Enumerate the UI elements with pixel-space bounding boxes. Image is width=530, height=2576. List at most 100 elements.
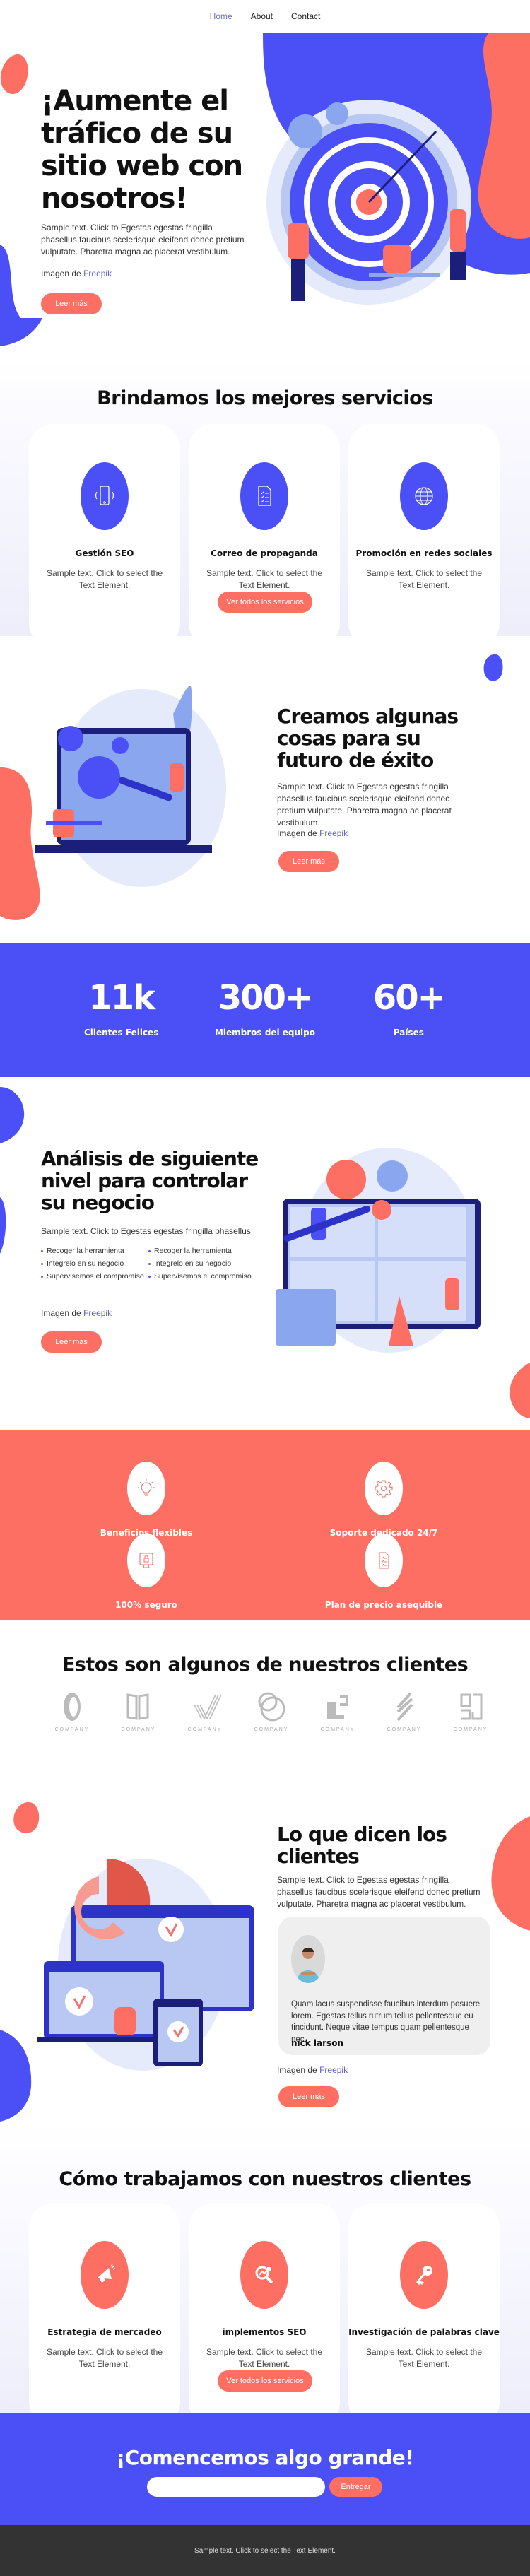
oval-logo-icon [64,1693,81,1721]
how-card: implementos SEO Sample text. Click to se… [189,2203,340,2426]
smartphone-icon [81,462,129,530]
analysis-section: Análisis de siguiente nivel para control… [0,1077,530,1430]
future-illustration [35,686,226,887]
how-card-text: Sample text. Click to select the Text El… [46,2347,163,2369]
service-card-text: Sample text. Click to select the Text El… [365,568,483,590]
key-icon [400,2241,448,2309]
bullet-dot-icon [148,1249,151,1252]
benefit-item: Beneficios flexibles [76,1462,217,1538]
bullet-text: Supervisemos el compromiso [154,1272,252,1281]
stat-value: 60+ [372,978,446,1018]
lightbulb-icon [127,1462,165,1515]
bullet-text: Integrelo en su negocio [154,1259,232,1268]
logo-name: COMPANY [121,1727,156,1732]
book-logo-icon [126,1693,149,1720]
footer-text: Sample text. Click to select the Text El… [194,2546,336,2555]
bullet-dot-icon [41,1249,43,1252]
future-read-more-button[interactable]: Leer más [278,851,339,872]
testimonial-author: nick larson [291,2038,343,2048]
stat-label: Miembros del equipo [214,1028,315,1037]
hero-read-more-button[interactable]: Leer más [41,293,102,314]
how-card-text: Sample text. Click to select the Text El… [206,2347,323,2369]
bullet-item: Recoger la herramienta [148,1247,256,1255]
stat-label: Clientes Felices [83,1028,159,1037]
bullet-text: Integrelo en su negocio [47,1259,124,1268]
cta-section: ¡Comencemos algo grande! Entregar [0,2413,530,2525]
freepik-link[interactable]: Freepik [83,269,112,278]
hero-section: ¡Aumente el tráfico de su sitio web con … [0,33,530,351]
view-all-services-button[interactable]: Ver todos los servicios [218,592,312,613]
bullet-item: Supervisemos el compromiso [148,1272,256,1281]
service-card-title: Promoción en redes sociales [355,548,493,558]
decor-blob-coral [13,1801,40,1834]
stat-item: 11k Clientes Felices [65,943,178,1077]
analysis-image-credit: Imagen de Freepik [41,1308,112,1318]
service-card-text: Sample text. Click to select the Text El… [46,568,163,590]
bullet-text: Recoger la herramienta [47,1247,124,1255]
circles-logo-icon [258,1692,285,1722]
email-input[interactable] [147,2477,325,2497]
bullet-text: Supervisemos el compromiso [47,1272,144,1281]
how-cards: Estrategia de mercadeo Sample text. Clic… [29,2203,500,2426]
how-card: Estrategia de mercadeo Sample text. Clic… [29,2203,180,2426]
freepik-link[interactable]: Freepik [319,2065,348,2075]
analysis-read-more-button[interactable]: Leer más [41,1331,102,1353]
stat-value: 11k [88,978,155,1018]
bullet-item: Integrelo en su negocio [148,1259,256,1268]
credit-prefix: Imagen de [277,2065,317,2075]
benefit-item: Plan de precio asequible [313,1534,454,1610]
page: Home About Contact ¡Aumente el tráfico d… [0,0,530,2576]
testimonials-text: Sample text. Click to Egestas egestas fr… [277,1875,481,1909]
stats-section: 11k Clientes Felices 300+ Miembros del e… [0,943,530,1077]
seo-search-icon [240,2241,288,2309]
stat-value: 300+ [218,978,313,1018]
clients-title: Estos son algunos de nuestros clientes [61,1654,469,1676]
benefit-item: 100% seguro [76,1534,217,1610]
nav-home[interactable]: Home [210,11,232,21]
bullet-dot-icon [148,1262,151,1265]
testimonials-read-more-button[interactable]: Leer más [278,2086,339,2107]
service-card-title: Correo de propaganda [211,548,318,558]
credit-prefix: Imagen de [41,269,81,278]
view-all-services-button[interactable]: Ver todos los servicios [218,2370,312,2392]
service-card: Gestión SEO Sample text. Click to select… [29,424,180,647]
globe-icon [400,462,448,530]
freepik-link[interactable]: Freepik [83,1308,112,1318]
glyph-logo-icon [460,1693,483,1720]
testimonials-illustration [37,1859,254,2071]
avatar [291,1935,325,1983]
check-stripes-logo-icon [194,1694,222,1719]
testimonials-title: Lo que dicen los clientes [277,1823,447,1868]
benefit-item: Soporte dedicado 24/7 [313,1462,454,1538]
client-logo: COMPANY [437,1690,504,1747]
freepik-link[interactable]: Freepik [319,828,348,838]
client-logos: COMPANY COMPANY COMPANY COMPANY COMPANY … [39,1690,504,1747]
analysis-illustration [276,1148,481,1353]
nav-about[interactable]: About [251,11,273,21]
stat-label: Países [393,1028,424,1037]
hero-text: Sample text. Click to Egestas egestas fr… [41,223,245,257]
future-text: Sample text. Click to Egestas egestas fr… [277,782,452,828]
how-card-text: Sample text. Click to select the Text El… [365,2347,483,2369]
benefit-label: Plan de precio asequible [324,1600,443,1610]
submit-button[interactable]: Entregar [329,2477,382,2497]
how-card-title: Investigación de palabras clave [348,2327,500,2337]
slashes-logo-icon [396,1692,413,1722]
stat-item: 60+ Países [352,943,465,1077]
services-title: Brindamos los mejores servicios [97,387,433,409]
service-card: Correo de propaganda Sample text. Click … [189,424,340,647]
hero-illustration [263,33,530,305]
benefit-label: 100% seguro [115,1600,177,1610]
testimonial-card: Quam lacus suspendisse faucibus interdum… [278,1917,490,2055]
stat-item: 300+ Miembros del equipo [208,943,322,1077]
decor-blob-coral [0,54,28,95]
how-card: Investigación de palabras clave Sample t… [348,2203,500,2426]
services-section: Brindamos los mejores servicios Gestión … [0,318,530,647]
client-logo: COMPANY [371,1690,437,1747]
client-logo: COMPANY [105,1690,172,1747]
nav-contact[interactable]: Contact [291,11,320,21]
logo-name: COMPANY [187,1727,223,1732]
footer: Sample text. Click to select the Text El… [0,2525,530,2576]
analysis-text: Sample text. Click to Egestas egestas fr… [41,1226,254,1236]
bullet-dot-icon [148,1275,151,1278]
